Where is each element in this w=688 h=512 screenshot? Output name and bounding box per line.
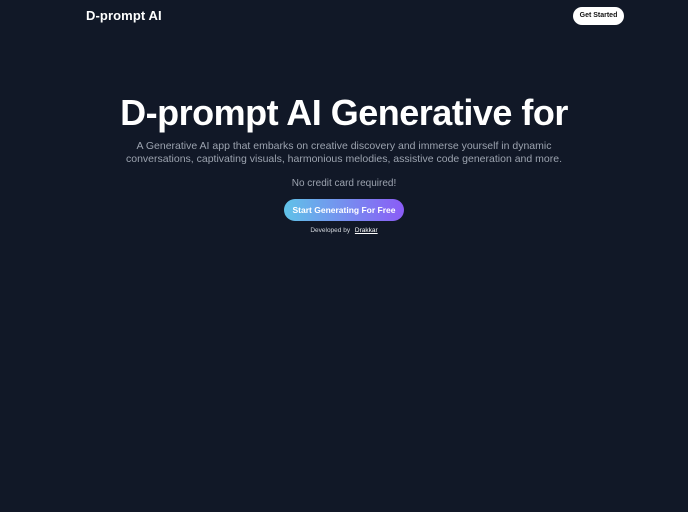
landing-page: D-prompt AI Get Started D-prompt AI Gene… — [0, 0, 688, 512]
hero-section: D-prompt AI Generative for A Generative … — [0, 90, 688, 234]
hero-title: D-prompt AI Generative for — [120, 92, 568, 133]
developer-link[interactable]: Drakkar — [355, 227, 378, 234]
navbar: D-prompt AI Get Started — [0, 0, 688, 32]
get-started-button[interactable]: Get Started — [573, 7, 624, 25]
brand-logo[interactable]: D-prompt AI — [86, 8, 162, 23]
developed-by: Developed by Drakkar — [0, 227, 688, 234]
start-generating-button[interactable]: Start Generating For Free — [284, 199, 404, 221]
developed-by-label: Developed by — [310, 227, 351, 234]
hero-description: A Generative AI app that embarks on crea… — [126, 140, 562, 165]
no-credit-card-note: No credit card required! — [291, 178, 397, 189]
